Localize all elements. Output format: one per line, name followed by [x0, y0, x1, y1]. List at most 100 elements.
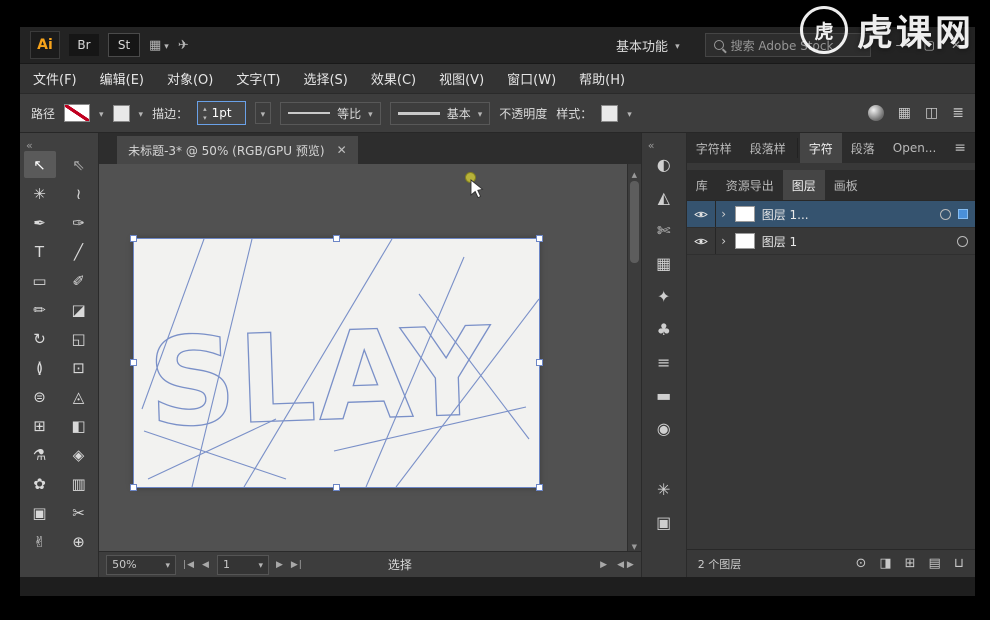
play-icon[interactable]: ▶	[600, 560, 607, 570]
chevron-down-icon[interactable]	[99, 106, 104, 120]
fill-color-swatch[interactable]	[64, 104, 90, 122]
chevron-down-icon[interactable]	[139, 106, 144, 120]
tab-artboards[interactable]: 画板	[825, 170, 867, 200]
type-tool[interactable]: T	[24, 238, 56, 265]
menu-file[interactable]: 文件(F)	[33, 69, 77, 88]
last-artboard-button[interactable]: ▶|	[291, 560, 303, 570]
tab-character-styles[interactable]: 字符样	[687, 133, 741, 163]
delete-icon[interactable]: ⊔	[954, 556, 964, 571]
new-sublayer-icon[interactable]: ⊞	[905, 556, 916, 571]
locate-object-icon[interactable]: ⊙	[855, 556, 866, 571]
tab-character[interactable]: 字符	[800, 133, 842, 163]
hand-tool[interactable]: ✌	[24, 528, 56, 555]
scale-tool[interactable]: ◱	[63, 325, 95, 352]
width-profile-dropdown[interactable]: 等比	[280, 102, 381, 125]
selection-handle[interactable]	[536, 484, 543, 491]
canvas[interactable]: SLAY	[99, 164, 641, 551]
rectangle-tool[interactable]: ▭	[24, 267, 56, 294]
step-up-icon[interactable]	[203, 104, 207, 113]
rotate-tool[interactable]: ↻	[24, 325, 56, 352]
lasso-tool[interactable]: ≀	[63, 180, 95, 207]
zoom-tool[interactable]: ⊕	[63, 528, 95, 555]
next-artboard-button[interactable]: ▶	[276, 560, 284, 570]
close-tab-icon[interactable]: ✕	[337, 143, 347, 157]
eyedropper-tool[interactable]: ⚗	[24, 441, 56, 468]
previous-artboard-button[interactable]: ◀	[202, 560, 210, 570]
zoom-level-dropdown[interactable]: 50%	[106, 555, 176, 575]
opacity-link[interactable]: 不透明度	[499, 105, 547, 122]
column-graph-tool[interactable]: ▥	[63, 470, 95, 497]
visibility-toggle[interactable]	[687, 201, 716, 227]
artboard-number-dropdown[interactable]: 1	[217, 555, 269, 575]
shaper-tool[interactable]: ✏	[24, 296, 56, 323]
target-circle-icon[interactable]	[957, 236, 968, 247]
collapse-panel-icon[interactable]	[642, 133, 655, 148]
selection-handle[interactable]	[333, 235, 340, 242]
color-guide-icon[interactable]: ◭	[648, 181, 680, 214]
align-panel-icon[interactable]: ▦	[898, 105, 911, 121]
selection-handle[interactable]	[536, 359, 543, 366]
perspective-grid-tool[interactable]: ◬	[63, 383, 95, 410]
layer-thumbnail[interactable]	[735, 206, 755, 222]
stroke-weight-field[interactable]: 1pt	[197, 101, 246, 125]
width-tool[interactable]: ≬	[24, 354, 56, 381]
selection-handle[interactable]	[130, 235, 137, 242]
disclosure-arrow-icon[interactable]: ›	[716, 234, 732, 248]
curvature-tool[interactable]: ✑	[63, 209, 95, 236]
new-layer-icon[interactable]: ▤	[929, 556, 941, 571]
menu-select[interactable]: 选择(S)	[303, 69, 347, 88]
transparency-panel-icon[interactable]: ◉	[648, 412, 680, 445]
layer-thumbnail[interactable]	[735, 233, 755, 249]
mesh-tool[interactable]: ⊞	[24, 412, 56, 439]
horizontal-scroll-arrows[interactable]: ◀ ▶	[617, 560, 634, 570]
tab-layers[interactable]: 图层	[783, 170, 825, 200]
menu-type[interactable]: 文字(T)	[236, 69, 280, 88]
menu-edit[interactable]: 编辑(E)	[100, 69, 144, 88]
arrange-documents-button[interactable]: ▦	[149, 38, 169, 53]
stroke-panel-icon[interactable]: ≡	[648, 346, 680, 379]
visibility-toggle[interactable]	[687, 228, 716, 254]
stroke-stepper[interactable]	[203, 104, 207, 122]
menu-effect[interactable]: 效果(C)	[371, 69, 416, 88]
blend-tool[interactable]: ◈	[63, 441, 95, 468]
artwork-text[interactable]: SLAY	[146, 300, 495, 454]
layer-row[interactable]: › 图层 1	[687, 228, 975, 255]
selection-handle[interactable]	[130, 484, 137, 491]
brush-definition-dropdown[interactable]: 基本	[390, 102, 491, 125]
line-tool[interactable]: ╱	[63, 238, 95, 265]
slice-tool[interactable]: ✂	[63, 499, 95, 526]
direct-selection-tool[interactable]: ⇖	[63, 151, 95, 178]
tab-asset-export[interactable]: 资源导出	[717, 170, 783, 200]
menu-help[interactable]: 帮助(H)	[579, 69, 625, 88]
document-tab[interactable]: 未标题-3* @ 50% (RGB/GPU 预览) ✕	[117, 136, 358, 164]
selection-tool[interactable]: ↖	[24, 151, 56, 178]
gradient-tool[interactable]: ◧	[63, 412, 95, 439]
stroke-weight-value[interactable]: 1pt	[212, 106, 240, 120]
menu-view[interactable]: 视图(V)	[439, 69, 484, 88]
paintbrush-tool[interactable]: ✐	[63, 267, 95, 294]
graphic-style-swatch[interactable]	[601, 105, 618, 122]
selection-handle[interactable]	[536, 235, 543, 242]
bridge-button[interactable]: Br	[69, 34, 99, 56]
panel-menu-icon[interactable]	[945, 133, 975, 163]
artboard[interactable]: SLAY	[134, 239, 539, 487]
layer-name[interactable]: 图层 1	[762, 233, 797, 250]
selection-indicator[interactable]	[958, 209, 968, 219]
target-circle-icon[interactable]	[940, 209, 951, 220]
stock-button[interactable]: St	[108, 33, 140, 57]
tab-paragraph-styles[interactable]: 段落样	[741, 133, 795, 163]
layers-panel-icon[interactable]: ▣	[648, 506, 680, 539]
eraser-tool[interactable]: ◪	[63, 296, 95, 323]
clipping-mask-icon[interactable]: ◨	[879, 556, 891, 571]
recolor-artwork-icon[interactable]: ✄	[648, 214, 680, 247]
gradient-panel-icon[interactable]: ▬	[648, 379, 680, 412]
transform-panel-icon[interactable]: ◫	[925, 105, 938, 121]
panel-menu-icon[interactable]: ≣	[952, 105, 964, 121]
tab-opentype[interactable]: Open...	[884, 133, 946, 163]
tab-paragraph[interactable]: 段落	[842, 133, 884, 163]
symbol-sprayer-tool[interactable]: ✿	[24, 470, 56, 497]
step-down-icon[interactable]	[203, 113, 207, 122]
free-transform-tool[interactable]: ⊡	[63, 354, 95, 381]
first-artboard-button[interactable]: |◀	[183, 560, 195, 570]
selection-handle[interactable]	[130, 359, 137, 366]
